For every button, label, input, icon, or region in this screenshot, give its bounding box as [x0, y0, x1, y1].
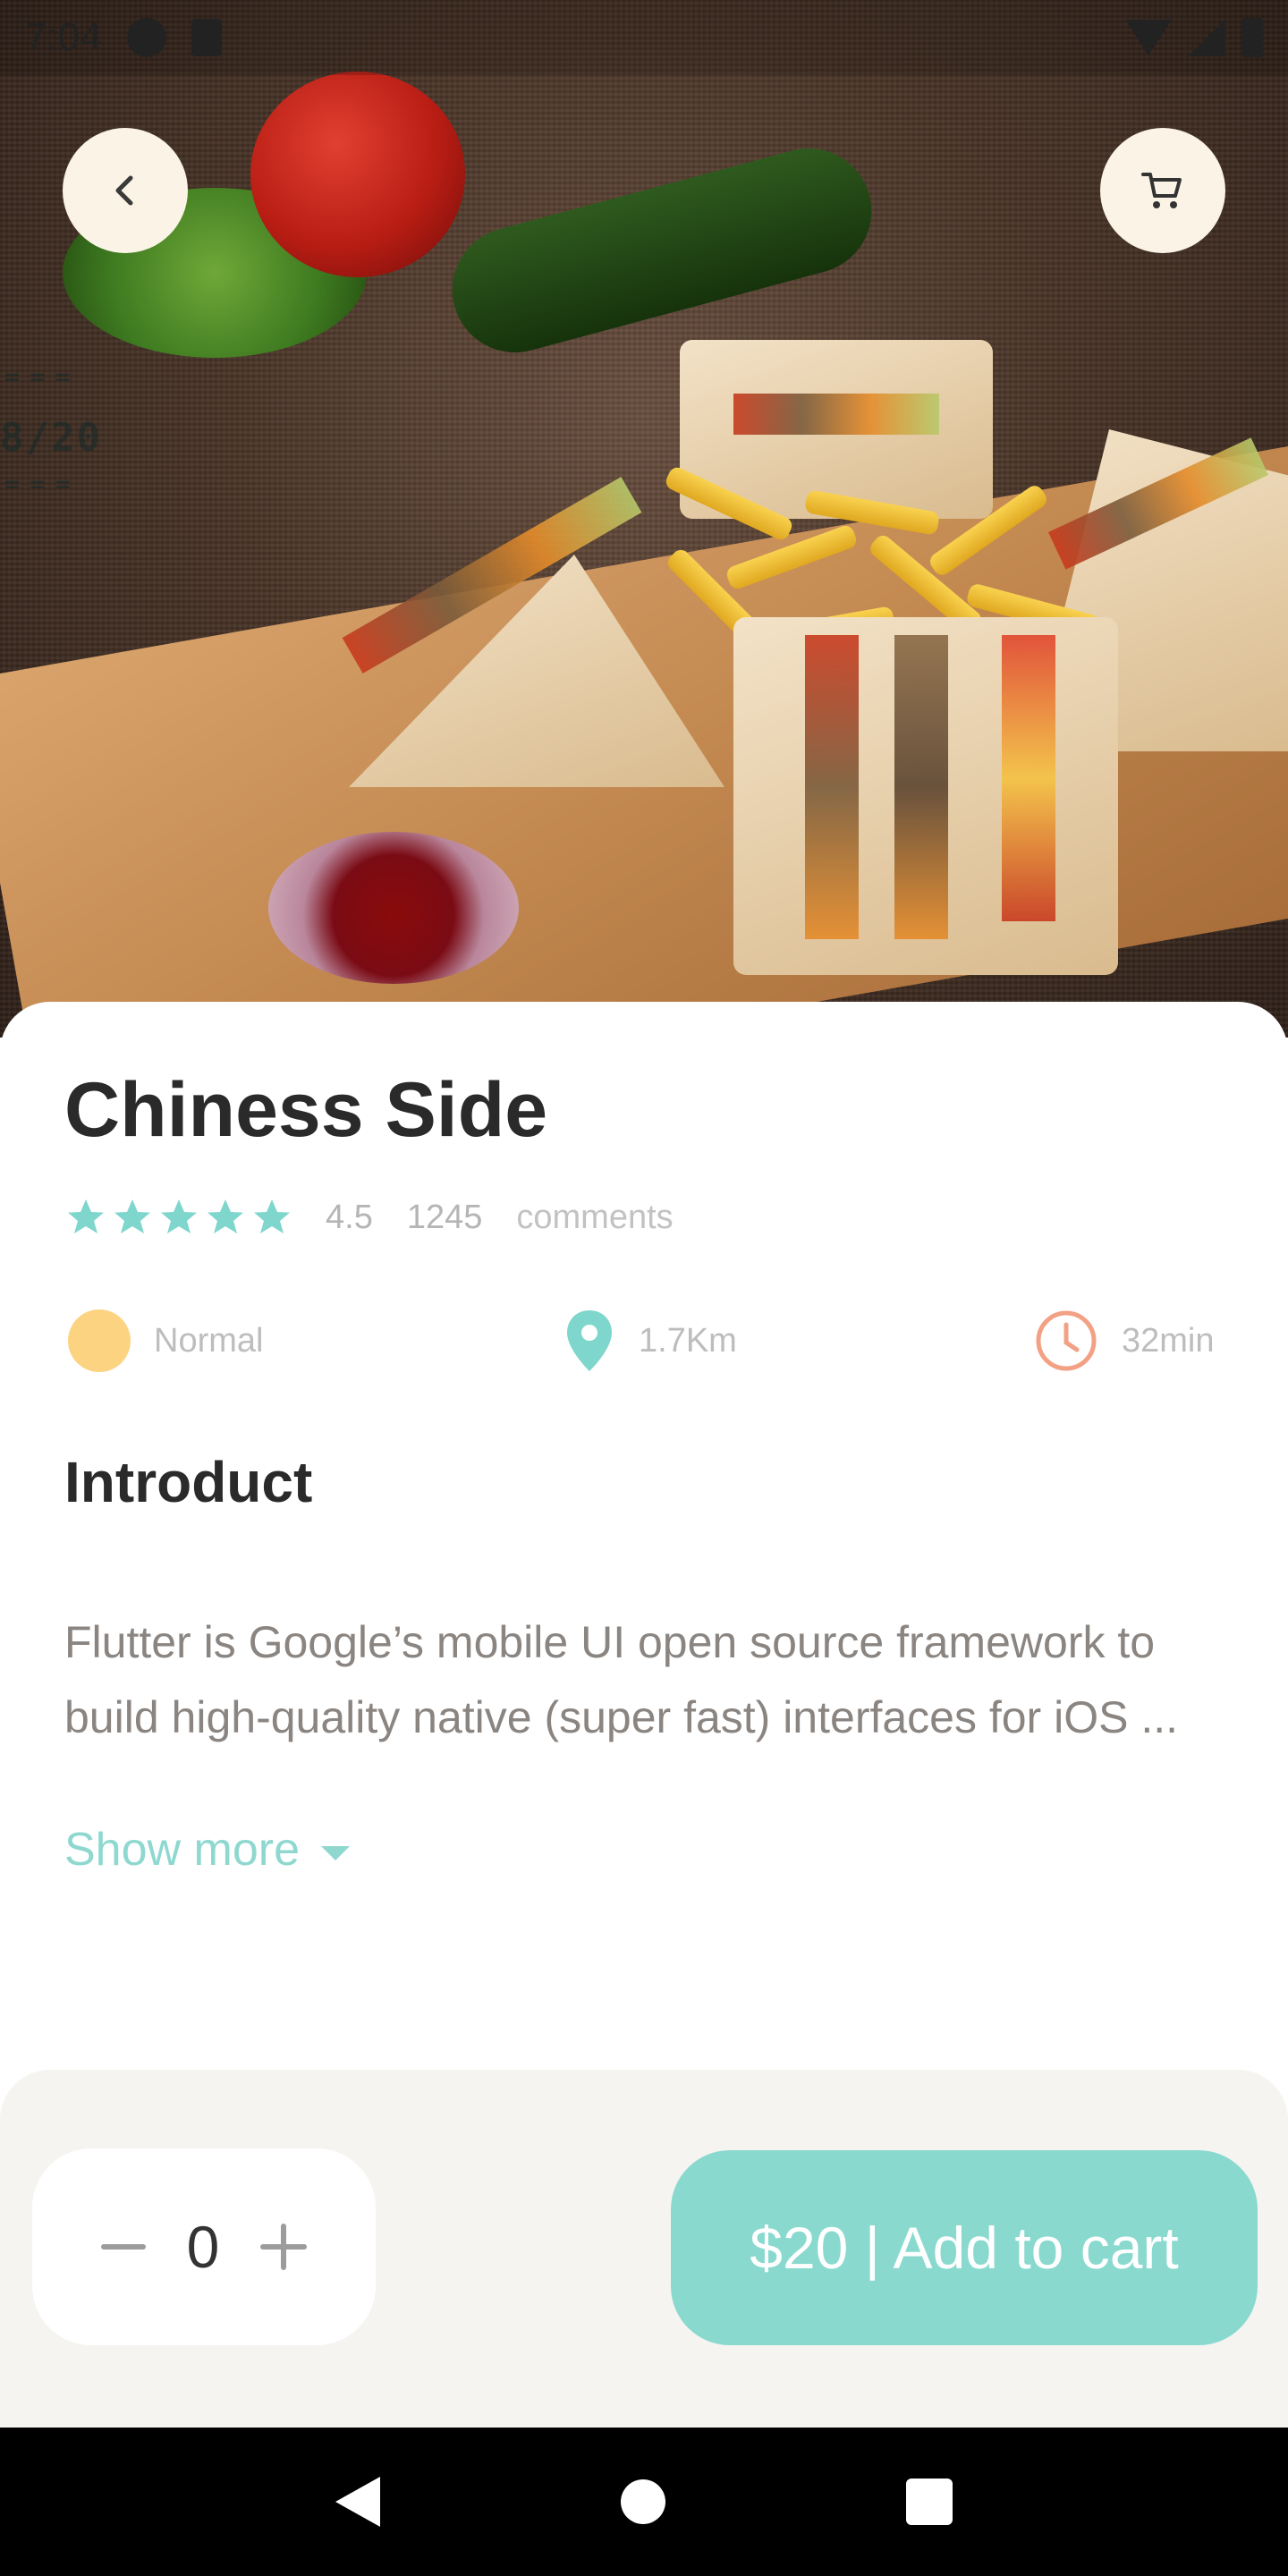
review-count: 1245: [406, 1198, 483, 1236]
show-more-label: Show more: [64, 1824, 300, 1876]
star-icon: [208, 1199, 243, 1233]
nav-back-icon[interactable]: [335, 2477, 380, 2527]
ketchup-bowl: [268, 832, 519, 984]
plus-icon[interactable]: [260, 2224, 308, 2270]
sandwich-front: [733, 617, 1118, 975]
show-more-button[interactable]: Show more: [64, 1823, 350, 1877]
quantity-stepper: 0: [32, 2148, 376, 2345]
star-rating: [64, 1196, 293, 1239]
rating-row: 4.5 1245 comments: [64, 1195, 674, 1240]
time-label: 32min: [1122, 1321, 1215, 1360]
comments-link[interactable]: comments: [516, 1199, 673, 1237]
caret-down-icon: [321, 1846, 350, 1860]
nav-recents-icon[interactable]: [906, 2479, 953, 2525]
product-title: Chiness Side: [64, 1067, 548, 1153]
back-button[interactable]: [63, 128, 188, 253]
info-time: 32min: [1034, 1308, 1215, 1374]
level-indicator-icon: [68, 1309, 131, 1372]
status-time: 7:04: [25, 15, 102, 59]
intro-text: Flutter is Google’s mobile UI open sourc…: [64, 1617, 1179, 1742]
background-stamp: ⁼⁼⁼ 8/20 ⁼⁼⁼: [0, 361, 102, 514]
info-distance: 1.7Km: [564, 1308, 737, 1374]
system-nav-bar: [0, 2428, 1288, 2576]
add-to-cart-button[interactable]: $20 | Add to cart: [671, 2150, 1258, 2345]
location-pin-icon: [567, 1310, 612, 1371]
cell-signal-icon: [1188, 19, 1225, 56]
intro-title: Introduct: [64, 1450, 313, 1514]
shopping-cart-icon: [1141, 173, 1182, 208]
star-icon: [114, 1199, 150, 1233]
sd-card-icon: [191, 19, 222, 56]
chevron-left-icon: [115, 175, 133, 206]
product-details-card: [0, 1002, 1288, 2075]
status-bar: 7:04: [0, 0, 1288, 75]
info-level: Normal: [68, 1308, 263, 1374]
distance-label: 1.7Km: [639, 1321, 737, 1360]
level-label: Normal: [154, 1321, 264, 1360]
nav-home-icon[interactable]: [620, 2479, 665, 2524]
cart-button[interactable]: [1100, 128, 1225, 253]
wifi-icon: [1125, 20, 1172, 55]
star-icon: [254, 1199, 290, 1233]
data-saver-icon: [126, 18, 166, 57]
tomato-garnish: [250, 72, 465, 277]
minus-icon[interactable]: [100, 2244, 146, 2250]
clock-icon: [1036, 1310, 1097, 1371]
product-image: ⁼⁼⁼ 8/20 ⁼⁼⁼: [0, 0, 1288, 1038]
quantity-value: 0: [186, 2214, 220, 2280]
rating-value: 4.5: [326, 1198, 373, 1236]
star-icon: [161, 1199, 197, 1233]
star-icon: [68, 1199, 104, 1233]
battery-icon: [1241, 18, 1263, 57]
